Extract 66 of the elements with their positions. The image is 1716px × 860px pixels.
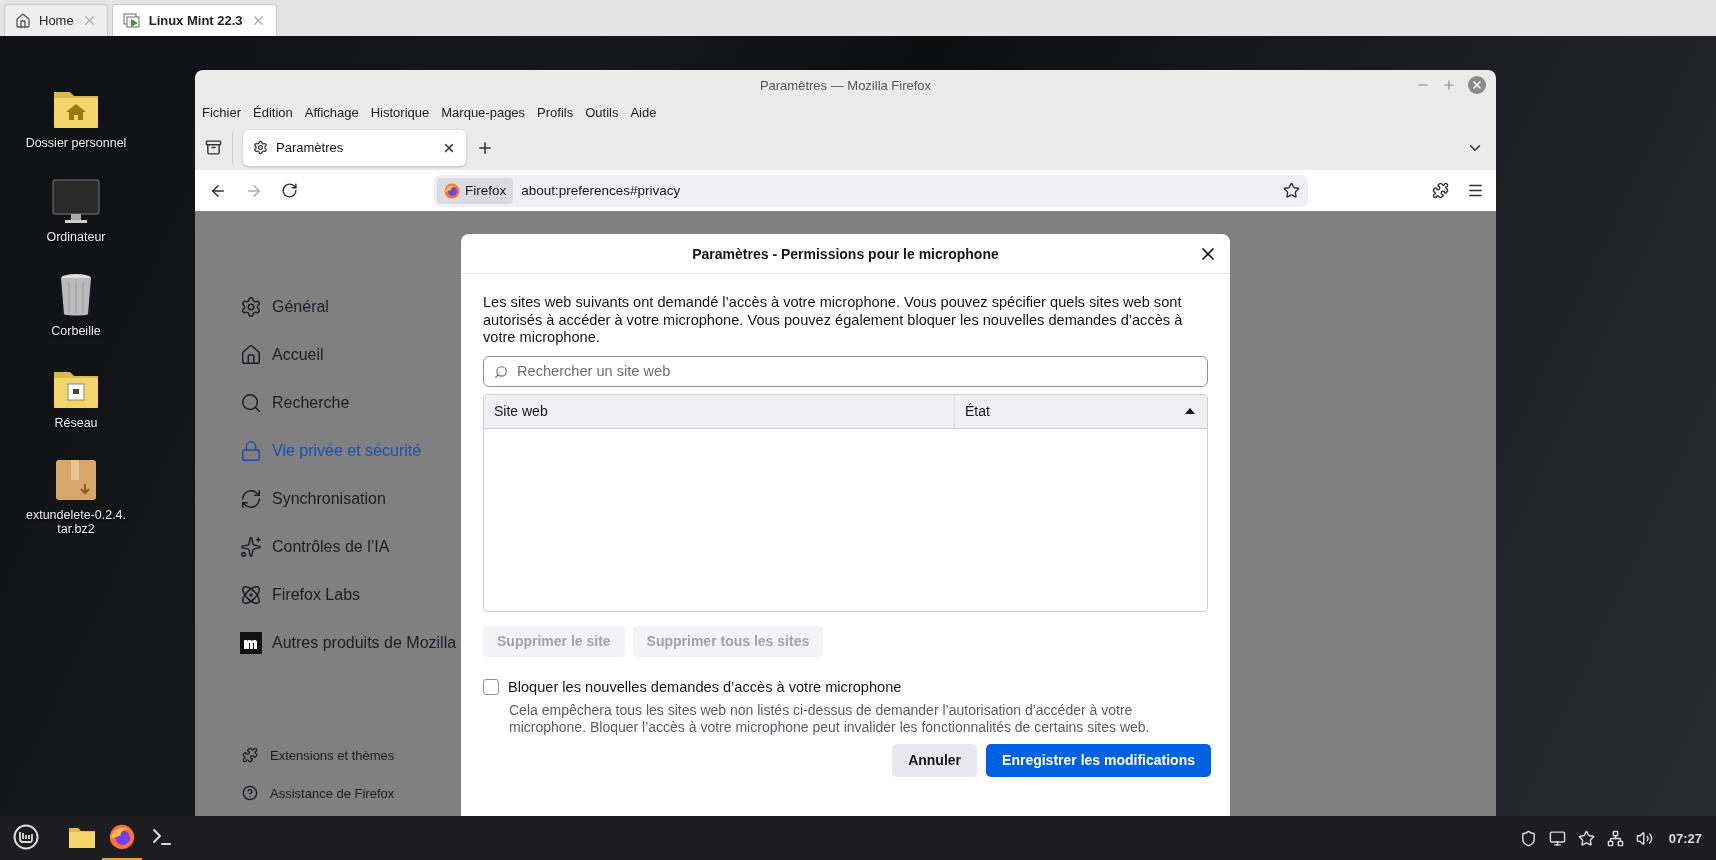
- sidebar-icon: [240, 296, 262, 318]
- bookmark-star-icon[interactable]: [1283, 182, 1300, 199]
- sidebar-icon: [240, 536, 262, 558]
- menu-item[interactable]: Aide: [630, 105, 657, 120]
- checkbox[interactable]: [483, 678, 499, 695]
- url-bar[interactable]: Firefox about:preferences#privacy: [434, 174, 1308, 207]
- firefox-logo-icon: [444, 182, 460, 199]
- settings-icon: [253, 140, 268, 155]
- checkbox-label: Bloquer les nouvelles demandes d’accès à votre microphone: [508, 678, 902, 695]
- m-logo-icon: [240, 632, 262, 654]
- package-icon: [54, 458, 98, 502]
- search-icon: [494, 364, 508, 379]
- desktop-icon[interactable]: Corbeille: [6, 272, 146, 338]
- puzzle-icon: [242, 747, 258, 763]
- desktop-icon[interactable]: extundelete-0.2.4. tar.bz2: [6, 458, 146, 536]
- trash-icon: [59, 272, 93, 318]
- browser-tab[interactable]: Paramètres: [243, 129, 466, 166]
- sidebar-icon: [240, 440, 262, 462]
- tab-list-icon[interactable]: [205, 139, 222, 156]
- help-text: Cela empêchera tous les sites web non listés ci-dessus de demander l’autorisation d’accéder à votre microphone. Bloquer l’accès à votre microphone peut invalider les fonctionnalités de certains sites web.: [509, 701, 1151, 736]
- sidebar-link[interactable]: Assistance de Firefox: [240, 774, 495, 812]
- menu-icon[interactable]: [1467, 182, 1484, 199]
- browser-icon: [109, 824, 135, 850]
- sidebar-icon: [240, 584, 262, 606]
- shield-icon[interactable]: [1519, 829, 1537, 847]
- vm-play-icon: [122, 12, 141, 29]
- network-icon[interactable]: [1606, 829, 1624, 847]
- dialog-title: Paramètres - Permissions pour le microphone: [692, 245, 999, 262]
- desktop-icon[interactable]: Réseau: [6, 366, 146, 430]
- sidebar-icon: [240, 392, 262, 414]
- reload-icon[interactable]: [281, 182, 298, 199]
- menu-item[interactable]: Marque-pages: [441, 105, 526, 120]
- window-title: Paramètres — Mozilla Firefox: [759, 77, 932, 93]
- sidebar-link[interactable]: Extensions et thèmes: [240, 736, 495, 774]
- sidebar-icon: [240, 488, 262, 510]
- menu-item[interactable]: Outils: [585, 105, 619, 120]
- identity-chip[interactable]: Firefox: [437, 177, 514, 204]
- mint-logo-icon: [13, 824, 39, 850]
- menu-item[interactable]: Affichage: [304, 105, 359, 120]
- clock: 07:27: [1668, 830, 1702, 846]
- home-icon: [15, 12, 31, 29]
- menu-item[interactable]: Historique: [370, 105, 430, 120]
- cancel-button[interactable]: Annuler: [892, 743, 978, 777]
- monitor-icon: [51, 178, 101, 224]
- dialog-description: Les sites web suivants ont demandé l’accès à votre microphone. Vous pouvez spécifier quels sites web sont autorisés à accéder à votre microphone. Vous pouvez également bloquer les nouvelles demandes d’accès à votre microphone.: [483, 294, 1184, 347]
- sidebar-item[interactable]: Firefox Labs: [240, 571, 495, 619]
- desktop-icon[interactable]: Dossier personnel: [6, 86, 146, 150]
- menu-item[interactable]: Profils: [537, 105, 574, 120]
- help-icon: [242, 785, 258, 801]
- volume-icon[interactable]: [1635, 829, 1653, 847]
- column-header[interactable]: État: [954, 394, 1207, 428]
- sidebar-item[interactable]: Synchronisation: [240, 475, 495, 523]
- folder-icon: [68, 825, 96, 849]
- menu-item[interactable]: Fichier: [202, 105, 241, 120]
- sidebar-item[interactable]: Contrôles de l’IA: [240, 523, 495, 571]
- save-button[interactable]: Enregistrer les modifications: [986, 743, 1211, 777]
- menu-item[interactable]: Édition: [253, 105, 293, 120]
- search-field[interactable]: Rechercher un site web: [483, 355, 1208, 387]
- extensions-icon[interactable]: [1432, 182, 1449, 199]
- close-icon: [1471, 79, 1483, 91]
- host-tab[interactable]: Home: [4, 4, 108, 36]
- star-icon[interactable]: [1577, 829, 1595, 847]
- host-tab[interactable]: Linux Mint 22.3: [111, 4, 277, 36]
- display-icon[interactable]: [1548, 829, 1566, 847]
- desktop-icon[interactable]: Ordinateur: [6, 178, 146, 244]
- sidebar-icon: [240, 344, 262, 366]
